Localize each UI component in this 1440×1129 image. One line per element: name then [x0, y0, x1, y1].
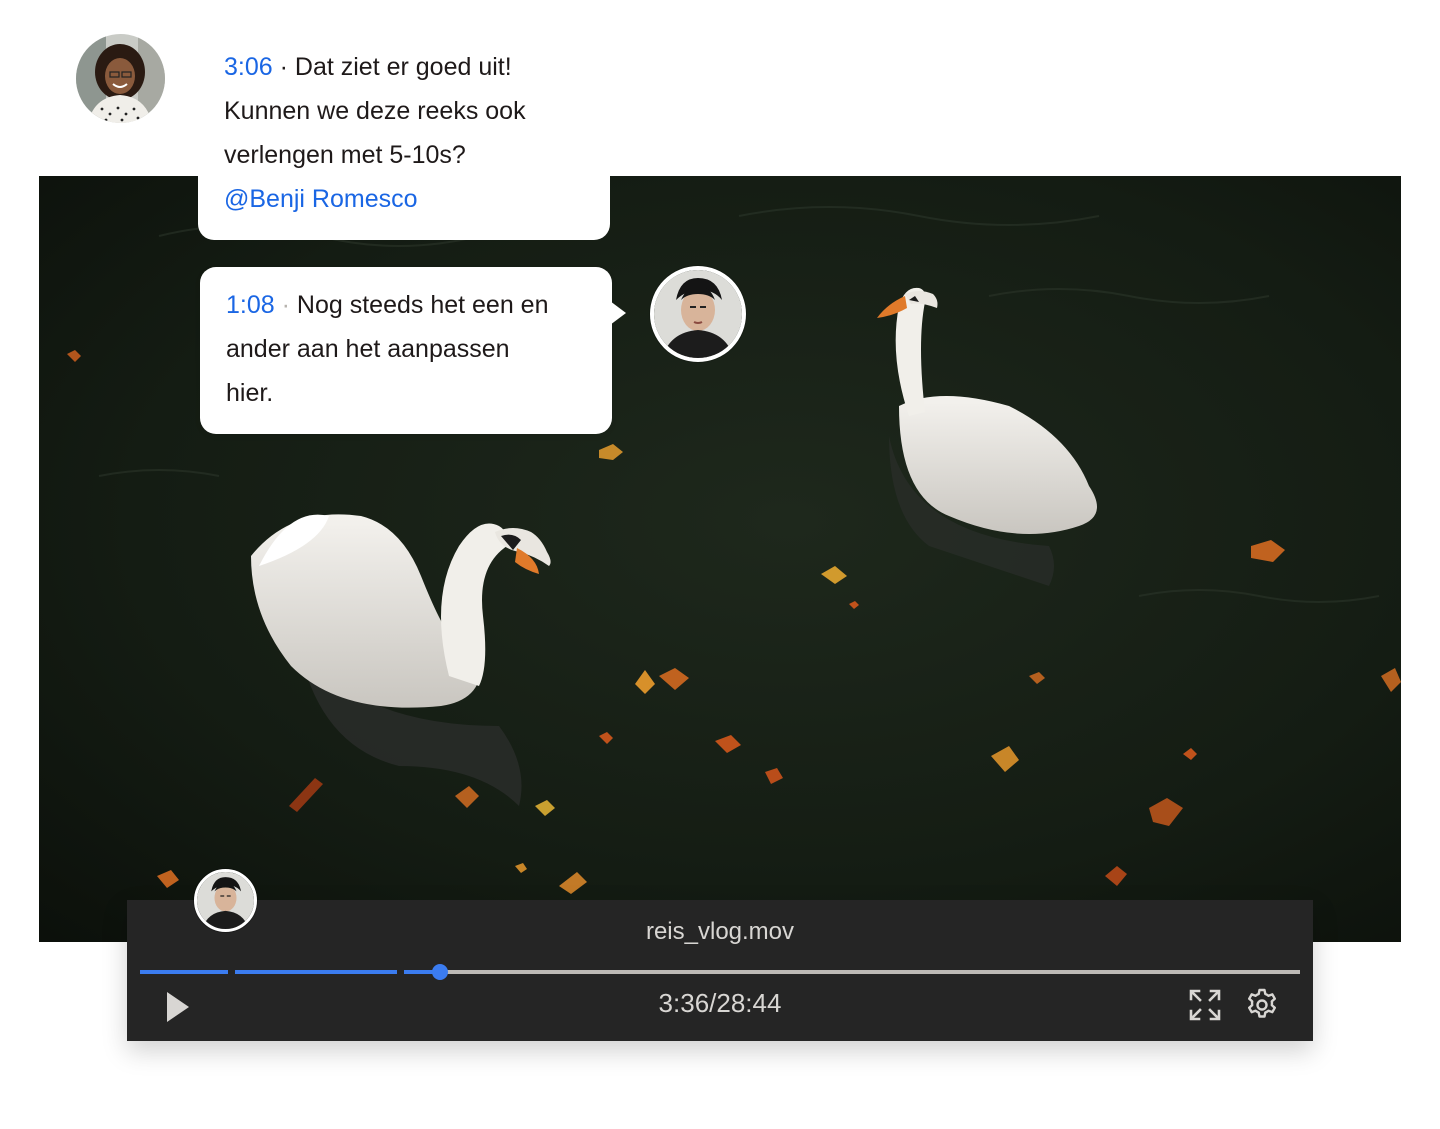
- comment-text: ander aan het aanpassen: [226, 335, 510, 363]
- comment-text: Nog steeds het een en: [296, 291, 549, 319]
- comment-header: 1:08 · Nog steeds het een en: [226, 283, 594, 327]
- gear-icon: [1248, 988, 1276, 1018]
- avatar-photo-man: [197, 872, 254, 929]
- timeline-comment-avatar[interactable]: [194, 869, 257, 932]
- comment-bubble[interactable]: 1:08 · Nog steeds het een en ander aan h…: [200, 267, 626, 434]
- comment-bubble[interactable]: 3:06 · Dat ziet er goed uit! Kunnen we d…: [198, 45, 610, 240]
- playhead-handle[interactable]: [432, 964, 448, 980]
- comment-timestamp-link[interactable]: 1:08: [226, 291, 275, 319]
- comment-range-segment[interactable]: [140, 970, 228, 974]
- comment-separator: ·: [281, 291, 290, 319]
- avatar-photo-man: [654, 270, 742, 358]
- comment-mention-link[interactable]: @Benji Romesco: [224, 177, 592, 221]
- avatar[interactable]: [650, 266, 746, 362]
- comment-range-segment[interactable]: [235, 970, 397, 974]
- avatar[interactable]: [76, 34, 165, 123]
- avatar-photo-woman: [76, 34, 165, 123]
- settings-button[interactable]: [1244, 987, 1280, 1023]
- file-name: reis_vlog.mov: [645, 918, 795, 945]
- progress-timeline[interactable]: [140, 964, 1300, 980]
- video-player-controls: reis_vlog.mov 3:36/28:44: [127, 900, 1313, 1041]
- comment-timestamp-link[interactable]: 3:06: [224, 53, 273, 81]
- comment-text: Dat ziet er goed uit!: [294, 53, 512, 81]
- comment-header: 3:06 · Dat ziet er goed uit!: [224, 45, 592, 89]
- comment-text: hier.: [226, 379, 274, 407]
- fullscreen-button[interactable]: [1188, 988, 1222, 1022]
- comment-text: Kunnen we deze reeks ook: [224, 97, 526, 125]
- time-readout: 3:36/28:44: [658, 988, 782, 1018]
- fullscreen-icon: [1189, 989, 1221, 1021]
- unplayed-track[interactable]: [440, 970, 1300, 974]
- comment-text: verlengen met 5-10s?: [224, 141, 466, 169]
- comment-separator: ·: [279, 53, 288, 81]
